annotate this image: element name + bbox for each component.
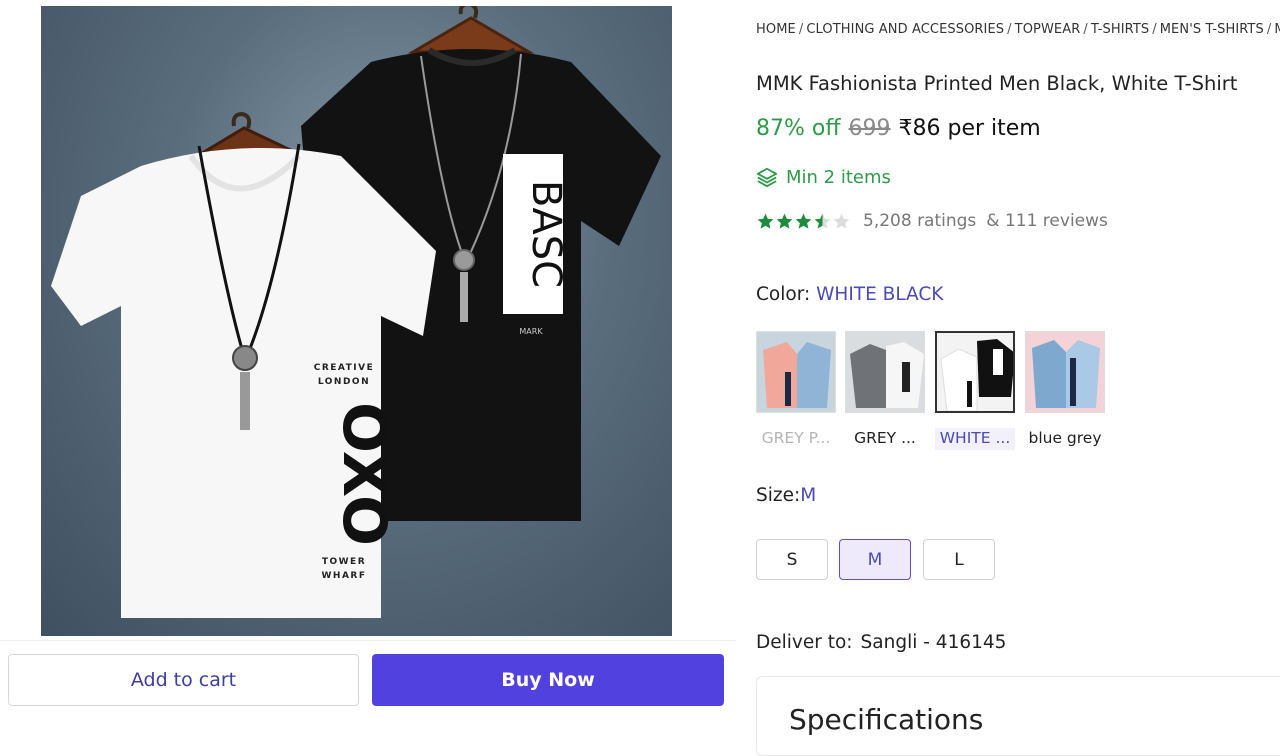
breadcrumb-clothing[interactable]: CLOTHING AND ACCESSORIES (806, 22, 1004, 37)
star-empty-icon (833, 213, 850, 229)
ratings-count: 5,208 ratings (863, 211, 977, 231)
star-full-icon (776, 213, 793, 229)
size-option-l[interactable]: L (923, 539, 995, 580)
sale-price: ₹86 per item (898, 116, 1041, 141)
specifications-card: Specifications (756, 676, 1280, 756)
swatch-thumbnail (1026, 332, 1104, 412)
breadcrumb-separator: / (1152, 22, 1157, 37)
size-label: Size: (756, 485, 801, 506)
breadcrumb: HOME / CLOTHING AND ACCESSORIES / TOPWEAR / T-… (756, 22, 1280, 37)
deliver-pincode: Sangli - 416145 (860, 632, 1007, 653)
breadcrumb-separator: / (1083, 22, 1088, 37)
min-items-text: Min 2 items (786, 166, 891, 188)
black-hanger (407, 6, 535, 54)
star-full-icon (795, 213, 812, 229)
white-shirt-line-4: WHARF (321, 571, 366, 581)
deliver-label: Deliver to: (756, 632, 853, 653)
original-price: 699 (848, 116, 891, 141)
breadcrumb-separator: / (1007, 22, 1012, 37)
delivery-location[interactable]: Deliver to: Sangli - 416145 (756, 632, 1006, 653)
color-swatch-grey-p[interactable] (756, 331, 836, 413)
black-shirt-tag: MARK (519, 327, 543, 336)
white-shirt-line-2: LONDON (318, 377, 370, 387)
color-swatch-grey[interactable] (845, 331, 925, 413)
breadcrumb-separator: / (798, 22, 804, 37)
reviews-count: & 111 reviews (986, 211, 1108, 231)
color-heading: Color: WHITE BLACK (756, 284, 943, 305)
breadcrumb-topwear[interactable]: TOPWEAR (1015, 22, 1081, 37)
rating-row[interactable]: 5,208 ratings & 111 reviews (756, 211, 1108, 231)
swatch-thumbnail (757, 332, 835, 412)
product-title: MMK Fashionista Printed Men Black, White… (756, 72, 1238, 95)
star-full-icon (757, 213, 774, 229)
tshirt-illustration: BASC MARK CREATIVE LONDON OXO TOWER WHAR… (51, 6, 661, 618)
min-items-info: Min 2 items (756, 166, 891, 188)
star-rating (756, 212, 851, 231)
layers-icon (756, 167, 778, 188)
color-option-label[interactable]: GREY ... (845, 428, 925, 450)
size-option-m[interactable]: M (839, 539, 911, 580)
specifications-title: Specifications (789, 703, 984, 736)
star-half-icon (814, 213, 831, 229)
breadcrumb-tshirts[interactable]: T-SHIRTS (1091, 22, 1149, 37)
add-to-cart-button[interactable]: Add to cart (8, 654, 359, 706)
buy-now-button[interactable]: Buy Now (372, 654, 724, 706)
white-shirt-logo: OXO (329, 402, 399, 546)
size-heading: Size:M (756, 485, 816, 506)
breadcrumb-current[interactable]: M (1274, 22, 1280, 37)
color-option-label[interactable]: blue grey (1025, 428, 1105, 450)
action-bar: Add to cart Buy Now (0, 640, 736, 720)
swatch-thumbnail (937, 333, 1013, 411)
swatch-thumbnail (846, 332, 924, 412)
color-label: Color: (756, 284, 811, 305)
color-option-label[interactable]: GREY P... (756, 428, 836, 450)
discount-percent: 87% off (756, 116, 841, 141)
size-selected-value: M (800, 485, 817, 506)
breadcrumb-separator: / (1266, 22, 1272, 37)
size-option-s[interactable]: S (756, 539, 828, 580)
white-shirt-line-1: CREATIVE (314, 363, 375, 373)
color-swatch-blue-grey[interactable] (1025, 331, 1105, 413)
color-swatch-white-black[interactable] (935, 331, 1015, 413)
color-selected-value: WHITE BLACK (816, 284, 944, 305)
color-option-label[interactable]: WHITE ... (935, 428, 1015, 450)
breadcrumb-home[interactable]: HOME (756, 22, 796, 37)
black-shirt-logo: BASC (523, 180, 569, 288)
white-shirt-line-3: TOWER (322, 557, 366, 567)
price-row: 87% off 699 ₹86 per item (756, 116, 1041, 141)
breadcrumb-mens-tshirts[interactable]: MEN'S T-SHIRTS (1160, 22, 1264, 37)
product-image[interactable]: BASC MARK CREATIVE LONDON OXO TOWER WHAR… (41, 6, 672, 636)
